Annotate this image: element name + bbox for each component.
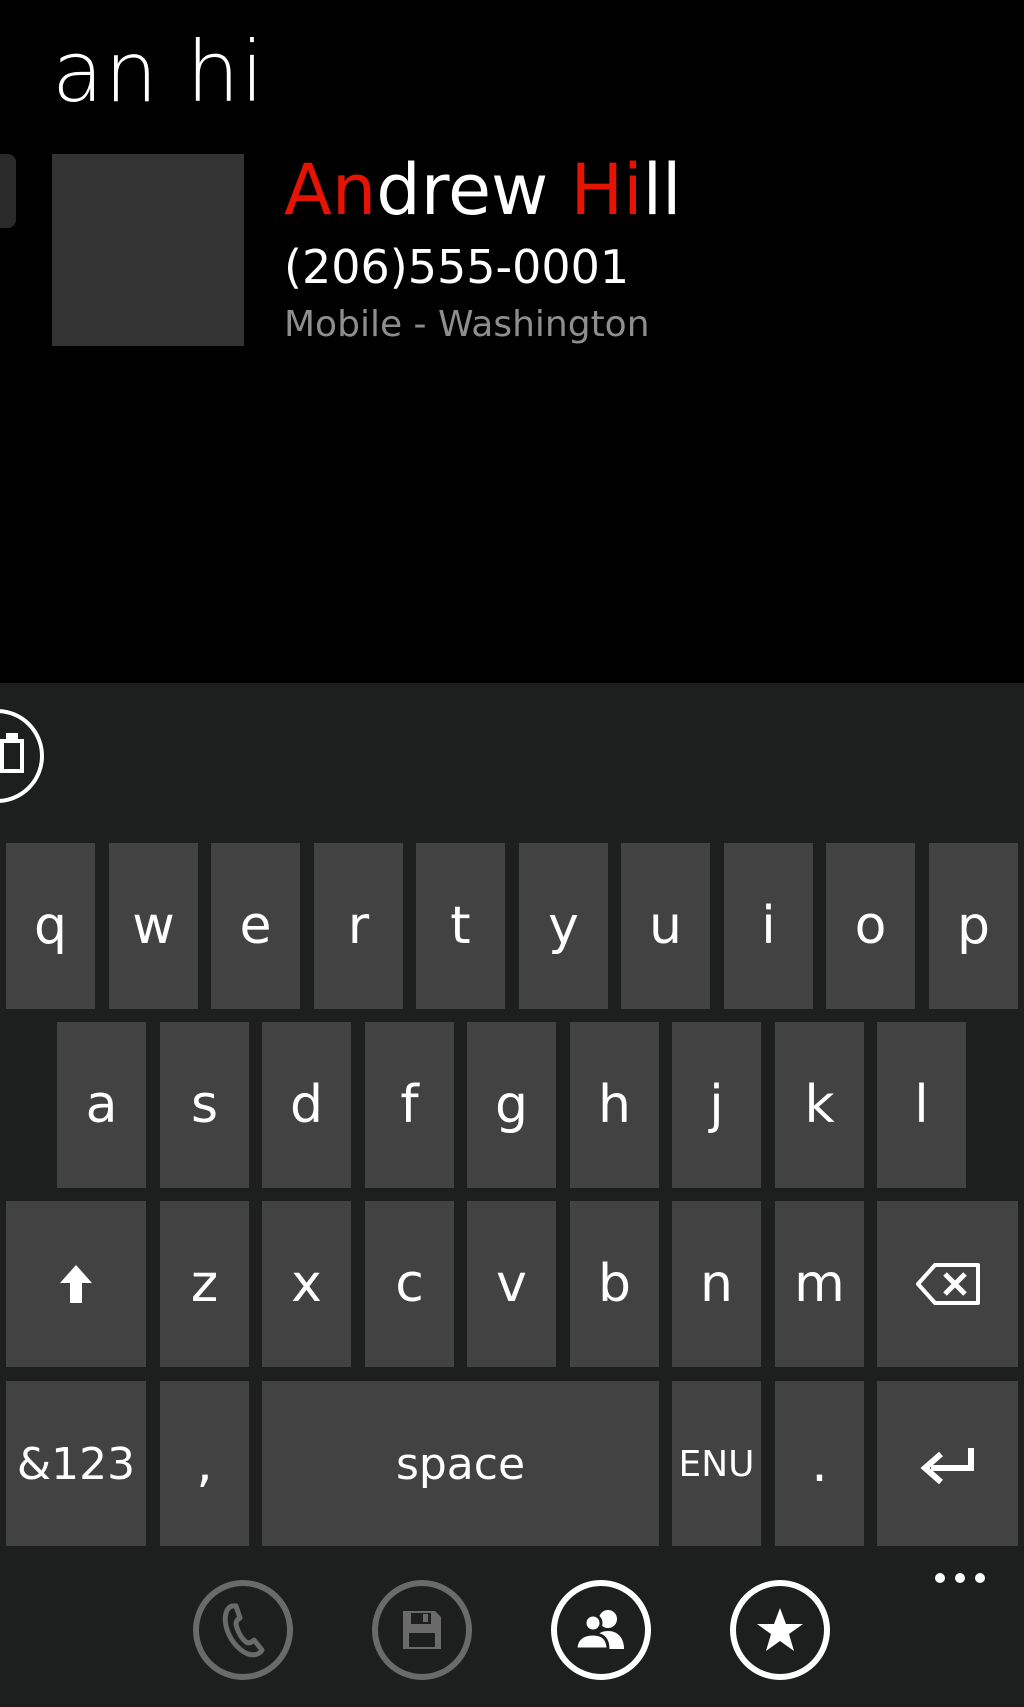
- key-v[interactable]: v: [467, 1201, 556, 1367]
- key-i[interactable]: i: [724, 843, 813, 1009]
- contact-phone-type: Mobile - Washington: [284, 304, 650, 345]
- clipboard-icon[interactable]: [0, 709, 44, 803]
- star-icon: [757, 1608, 803, 1651]
- call-button[interactable]: [193, 1580, 293, 1680]
- people-button[interactable]: [551, 1580, 651, 1680]
- dot-icon: [935, 1573, 945, 1583]
- edge-tab: [0, 154, 16, 228]
- key-u[interactable]: u: [621, 843, 710, 1009]
- comma-key[interactable]: ,: [160, 1381, 249, 1547]
- key-e[interactable]: e: [211, 843, 300, 1009]
- key-j[interactable]: j: [672, 1022, 761, 1188]
- key-t[interactable]: t: [416, 843, 505, 1009]
- key-f[interactable]: f: [365, 1022, 454, 1188]
- key-n[interactable]: n: [672, 1201, 761, 1367]
- language-key[interactable]: ENU: [672, 1381, 761, 1547]
- key-h[interactable]: h: [570, 1022, 659, 1188]
- favorites-button[interactable]: [730, 1580, 830, 1680]
- contact-name-match: An: [284, 149, 377, 231]
- key-k[interactable]: k: [775, 1022, 864, 1188]
- key-p[interactable]: p: [929, 843, 1018, 1009]
- phone-icon: [222, 1603, 265, 1658]
- key-w[interactable]: w: [109, 843, 198, 1009]
- contact-name-rest: ll: [642, 149, 682, 231]
- key-z[interactable]: z: [160, 1201, 249, 1367]
- key-x[interactable]: x: [262, 1201, 351, 1367]
- contact-photo-placeholder: [52, 154, 244, 346]
- key-a[interactable]: a: [57, 1022, 146, 1188]
- contact-result-item[interactable]: Andrew Hill (206)555-0001 Mobile - Washi…: [52, 149, 972, 346]
- key-c[interactable]: c: [365, 1201, 454, 1367]
- period-key[interactable]: .: [775, 1381, 864, 1547]
- key-r[interactable]: r: [314, 843, 403, 1009]
- people-icon: [574, 1610, 624, 1651]
- contact-name: Andrew Hill: [284, 148, 682, 232]
- backspace-key[interactable]: [877, 1201, 1018, 1367]
- contact-name-rest: drew: [376, 149, 571, 231]
- enter-key[interactable]: [877, 1381, 1018, 1547]
- backspace-icon: [915, 1263, 980, 1305]
- key-q[interactable]: q: [6, 843, 95, 1009]
- key-g[interactable]: g: [467, 1022, 556, 1188]
- more-options-button[interactable]: [910, 1558, 1010, 1598]
- shift-key[interactable]: [6, 1201, 146, 1367]
- key-b[interactable]: b: [570, 1201, 659, 1367]
- key-y[interactable]: y: [519, 843, 608, 1009]
- search-query-text[interactable]: an hi: [52, 22, 265, 122]
- key-m[interactable]: m: [775, 1201, 864, 1367]
- key-l[interactable]: l: [877, 1022, 966, 1188]
- contact-name-match: Hi: [570, 149, 643, 231]
- save-button[interactable]: [372, 1580, 472, 1680]
- app-bar: [0, 1546, 1024, 1707]
- key-d[interactable]: d: [262, 1022, 351, 1188]
- symbols-key[interactable]: &123: [6, 1381, 146, 1547]
- enter-icon: [919, 1448, 974, 1484]
- contact-phone: (206)555-0001: [284, 240, 630, 294]
- dot-icon: [955, 1573, 965, 1583]
- key-o[interactable]: o: [826, 843, 915, 1009]
- save-icon: [403, 1611, 441, 1649]
- key-s[interactable]: s: [160, 1022, 249, 1188]
- dot-icon: [975, 1573, 985, 1583]
- shift-arrow-icon: [60, 1265, 92, 1303]
- space-key[interactable]: space: [262, 1381, 659, 1547]
